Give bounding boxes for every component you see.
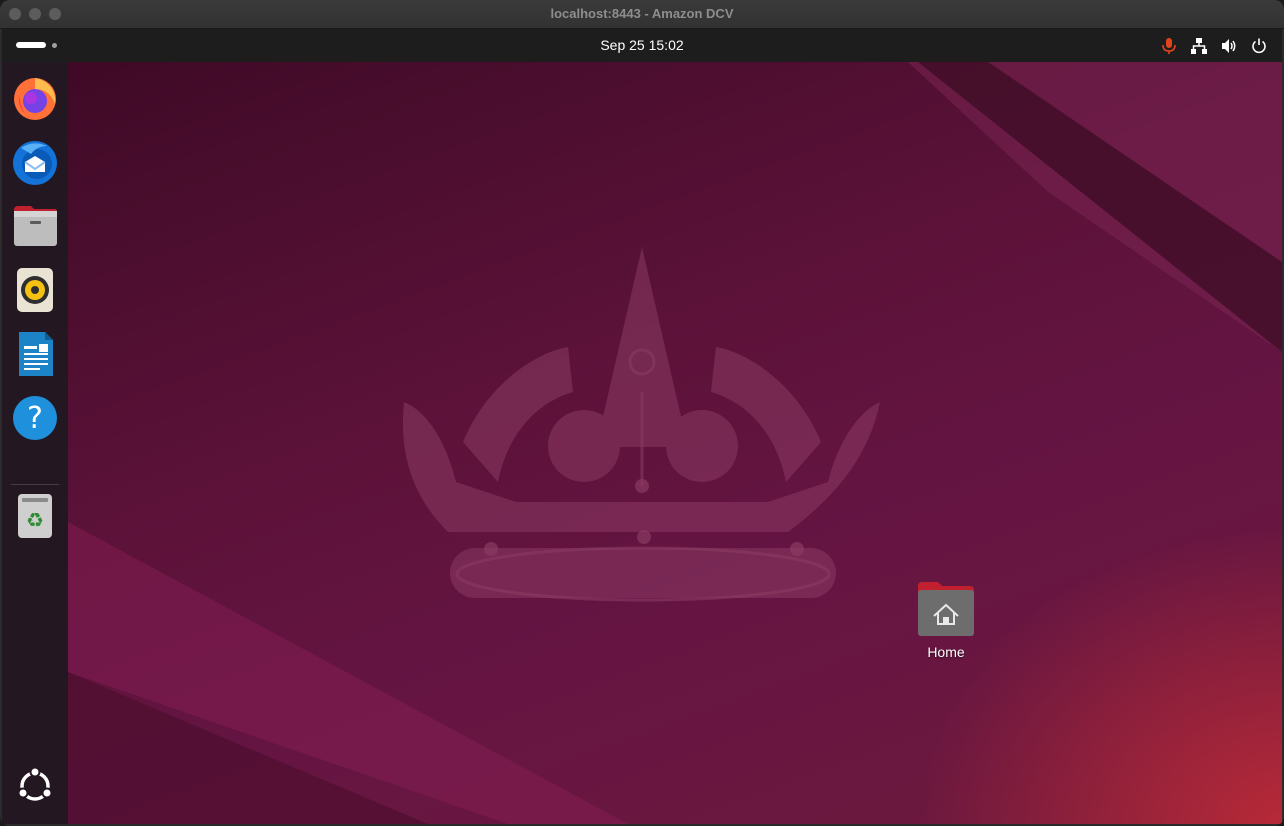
help-icon[interactable]: ? (11, 394, 59, 442)
power-icon[interactable] (1250, 37, 1268, 55)
files-icon[interactable] (11, 202, 59, 250)
home-folder-icon (918, 582, 974, 636)
writer-icon[interactable] (11, 330, 59, 378)
desktop-wallpaper[interactable]: Home (68, 62, 1282, 824)
crown-wallpaper-graphic (68, 62, 1282, 824)
firefox-icon[interactable] (11, 74, 59, 122)
app-window: localhost:8443 - Amazon DCV Home Sep 25 … (0, 0, 1284, 826)
clock-date[interactable]: Sep 25 15:02 (2, 37, 1282, 53)
microphone-icon[interactable] (1160, 37, 1178, 55)
thunderbird-icon[interactable] (11, 138, 59, 186)
system-tray[interactable] (1160, 37, 1268, 55)
network-icon[interactable] (1190, 37, 1208, 55)
dock-separator (11, 484, 59, 485)
window-titlebar[interactable]: localhost:8443 - Amazon DCV (0, 0, 1284, 29)
remote-desktop-view: Home Sep 25 15:02 ? ♻ (2, 29, 1282, 824)
home-folder-label: Home (927, 644, 965, 660)
window-title: localhost:8443 - Amazon DCV (550, 6, 734, 21)
home-folder-desktop-icon[interactable]: Home (916, 582, 976, 662)
ubuntu-dock: ? ♻ (2, 62, 68, 824)
svg-text:?: ? (27, 401, 43, 436)
trash-icon[interactable]: ♻ (11, 492, 59, 540)
volume-icon[interactable] (1220, 37, 1238, 55)
ubuntu-apps-icon[interactable] (11, 762, 59, 810)
gnome-top-bar: Sep 25 15:02 (2, 29, 1282, 62)
svg-text:♻: ♻ (26, 508, 44, 532)
rhythmbox-icon[interactable] (11, 266, 59, 314)
